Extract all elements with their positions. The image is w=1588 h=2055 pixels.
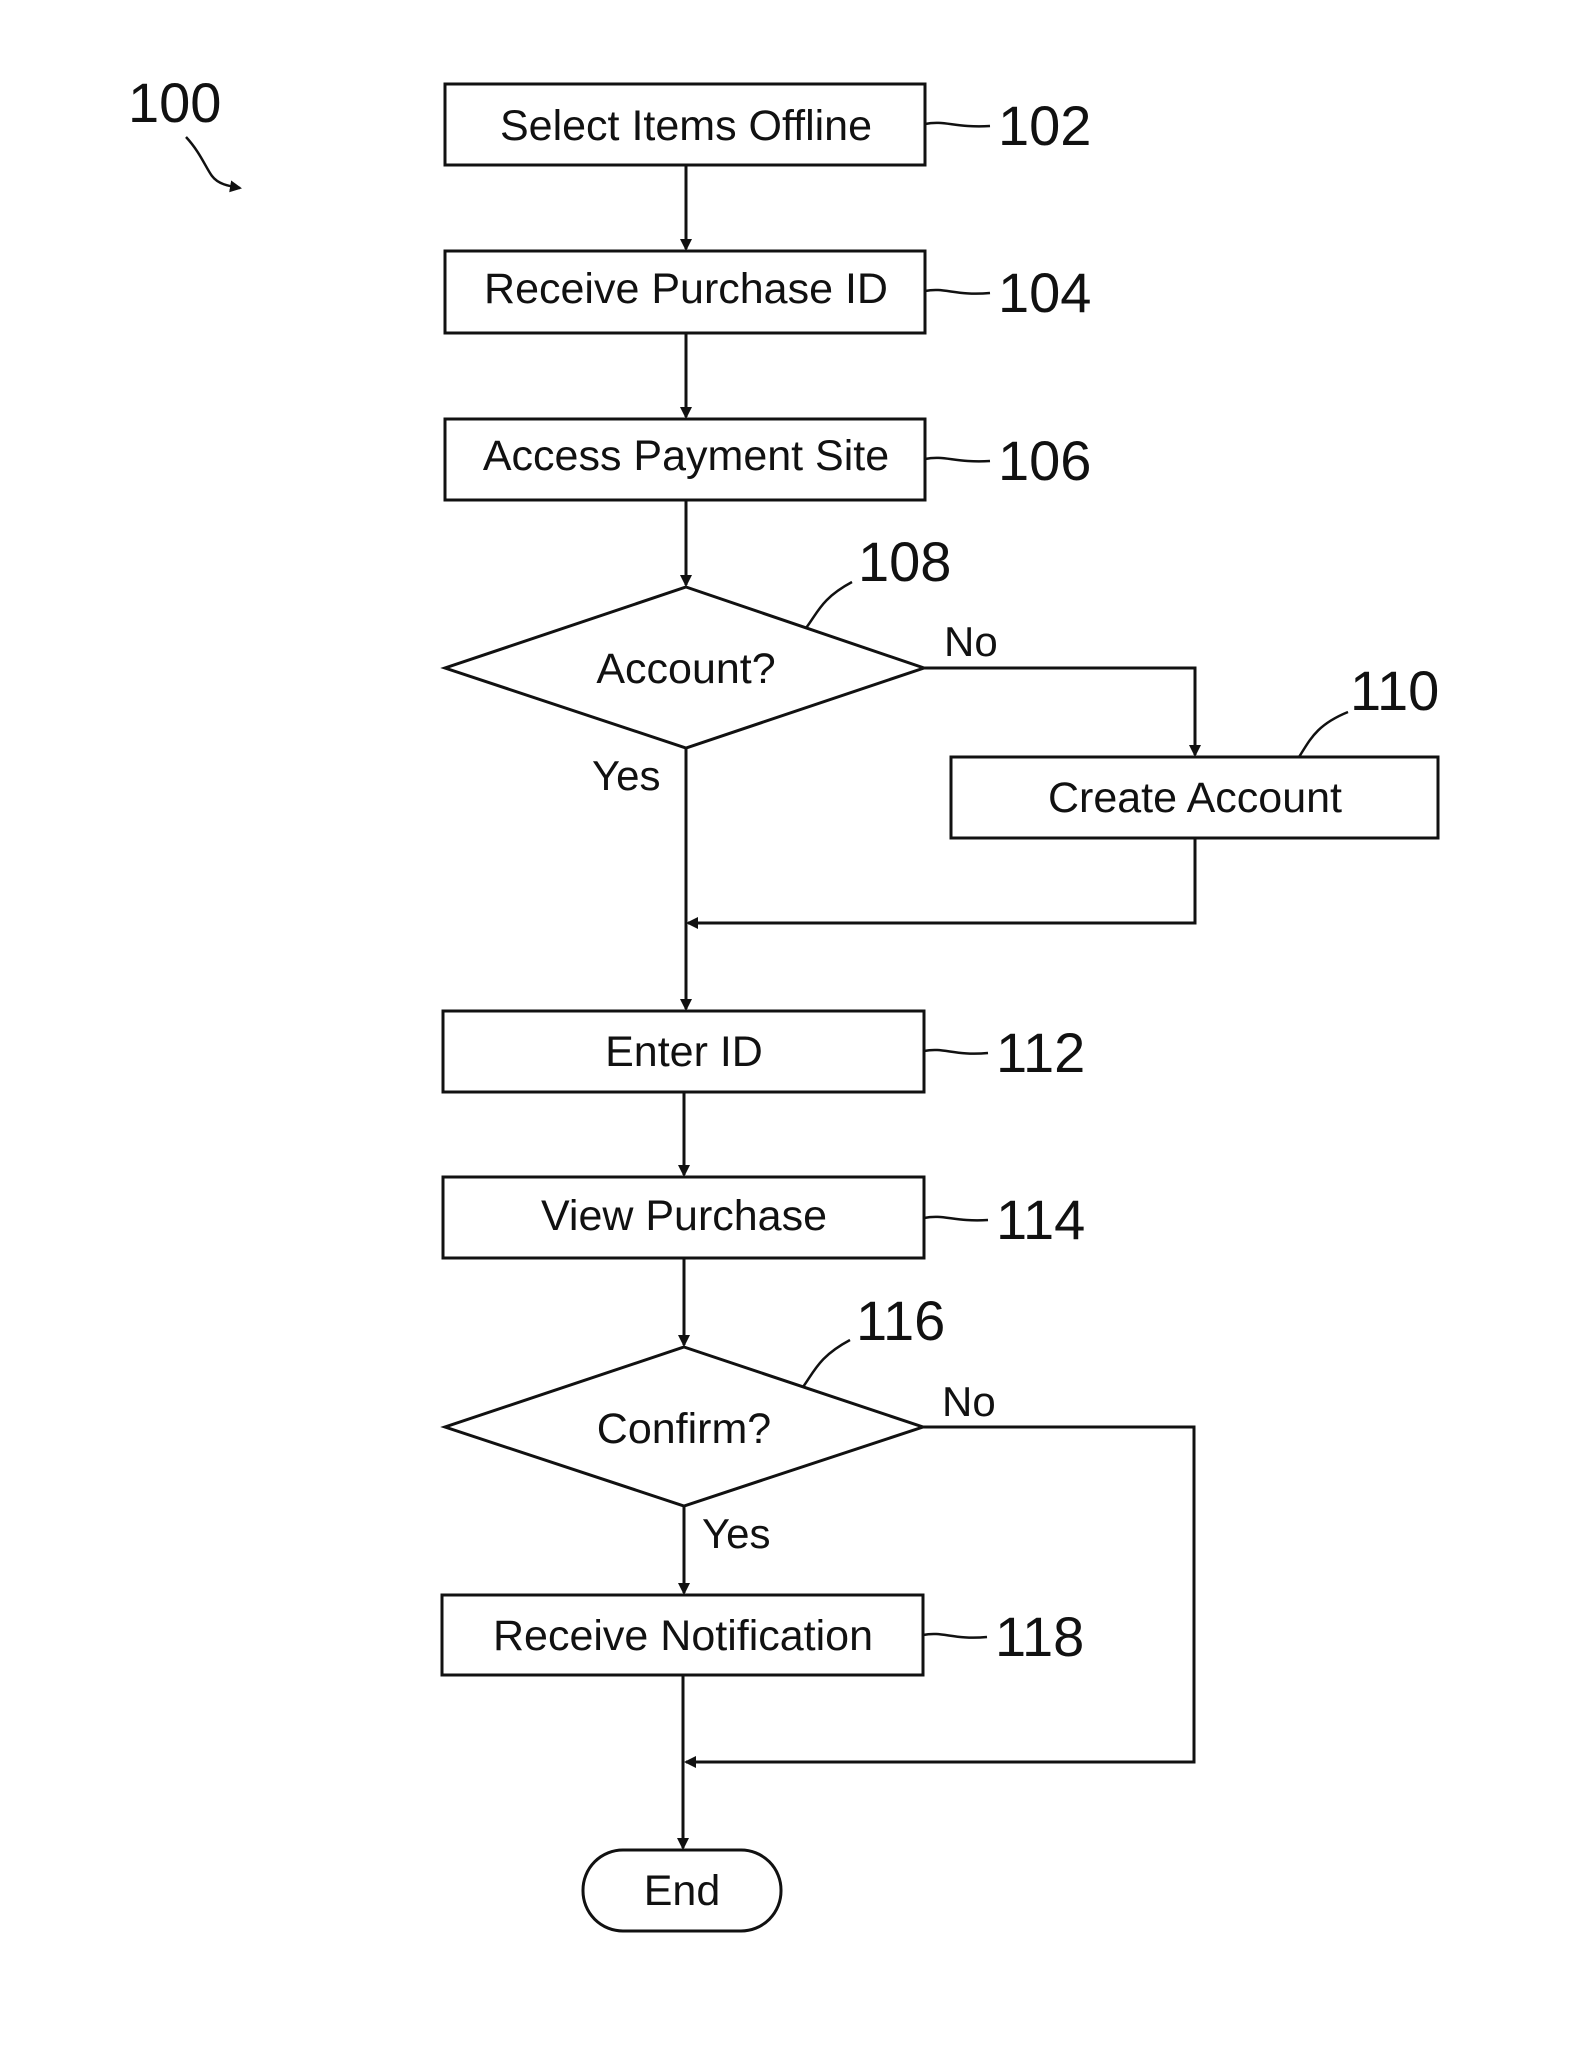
step-receive-notification: Receive Notification (440, 1593, 925, 1677)
ref-label-118: 118 (995, 1605, 1084, 1668)
ref-leader-110 (1297, 710, 1349, 758)
decision-confirm: Confirm? (440, 1345, 928, 1508)
step-receive-purchase-id: Receive Purchase ID (443, 249, 927, 335)
step-enter-id: Enter ID (441, 1009, 926, 1094)
branch-no-label-108: No (944, 618, 998, 665)
step-label: Receive Notification (493, 1612, 873, 1660)
ref-leader-108 (804, 580, 853, 629)
ref-label-108: 108 (858, 530, 951, 593)
step-select-items-offline: Select Items Offline (443, 82, 927, 167)
ref-label-106: 106 (998, 429, 1091, 492)
ref-label-112: 112 (996, 1021, 1085, 1084)
ref-label-102: 102 (998, 94, 1091, 157)
ref-leader-106 (924, 456, 991, 463)
figure-ref-label: 100 (128, 71, 221, 134)
decision-label: Confirm? (597, 1405, 771, 1453)
step-label: Enter ID (605, 1028, 763, 1076)
ref-leader-104 (924, 288, 991, 295)
branch-yes-label-116: Yes (702, 1510, 771, 1557)
ref-label-110: 110 (1350, 659, 1439, 722)
decision-account: Account? (440, 585, 929, 750)
ref-label-114: 114 (996, 1188, 1085, 1251)
branch-no-label-116: No (942, 1378, 996, 1425)
step-create-account: Create Account (949, 755, 1440, 840)
branch-yes-label-108: Yes (592, 752, 661, 799)
step-label: Access Payment Site (483, 432, 889, 480)
step-view-purchase: View Purchase (441, 1175, 926, 1260)
decision-label: Account? (596, 645, 775, 693)
flowchart: 100 Select Items Offline 102 Receive Pur… (128, 71, 1440, 1933)
terminator-end: End (581, 1848, 783, 1933)
ref-leader-112 (923, 1048, 989, 1055)
ref-leader-114 (923, 1215, 989, 1222)
step-label: Create Account (1048, 774, 1342, 822)
ref-label-116: 116 (856, 1289, 945, 1352)
ref-leader-102 (924, 121, 991, 128)
step-label: Receive Purchase ID (484, 265, 888, 313)
ref-leader-118 (922, 1632, 988, 1639)
ref-leader-116 (801, 1338, 851, 1388)
ref-label-104: 104 (998, 261, 1091, 324)
figure-ref-arrow (185, 136, 242, 193)
arrow-110-merge (686, 838, 1197, 929)
step-access-payment-site: Access Payment Site (443, 417, 927, 502)
step-label: View Purchase (541, 1192, 827, 1240)
step-label: Select Items Offline (500, 102, 872, 150)
terminator-label: End (644, 1867, 721, 1915)
arrow-108-no-110 (924, 666, 1201, 757)
